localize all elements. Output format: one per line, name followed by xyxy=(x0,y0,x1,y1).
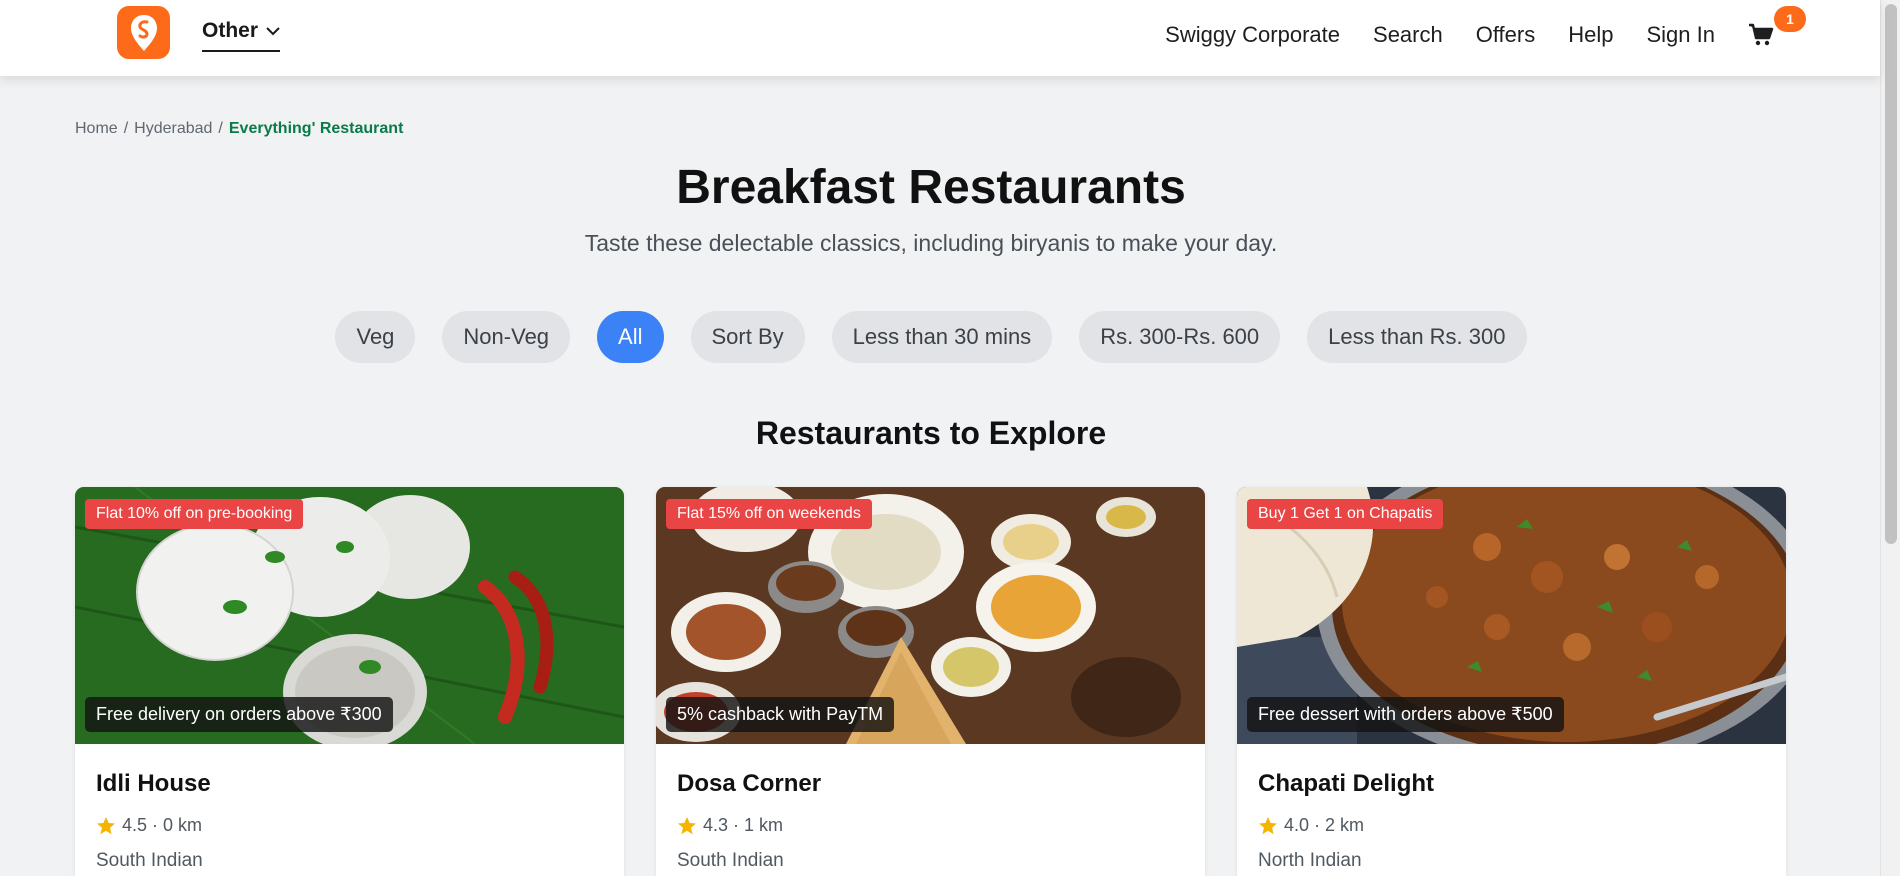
rating-distance: 4.3 · 1 km xyxy=(703,815,784,835)
offer-top-badge: Flat 10% off on pre-booking xyxy=(85,499,304,529)
page-title: Breakfast Restaurants xyxy=(676,161,1186,214)
chevron-down-icon xyxy=(266,27,280,36)
scrollbar-thumb[interactable] xyxy=(1885,4,1897,544)
restaurant-name: Dosa Corner xyxy=(677,770,822,797)
star-icon xyxy=(678,816,696,834)
star-icon xyxy=(1259,816,1277,834)
swiggy-logo-icon[interactable] xyxy=(117,6,170,59)
top-header: Other Swiggy Corporate Search Offers Hel… xyxy=(0,0,1880,76)
swiggy-logo-glyph xyxy=(130,14,157,51)
filter-less-than-300[interactable]: Less than Rs. 300 xyxy=(1307,311,1527,363)
filter-all[interactable]: All xyxy=(597,311,664,363)
offer-bottom-badge: Free dessert with orders above ₹500 xyxy=(1247,697,1564,732)
card-body: Chapati Delight 4.0 · 2 km North Indian xyxy=(1237,744,1786,872)
restaurant-card-idli-house[interactable]: Flat 10% off on pre-booking Free deliver… xyxy=(75,487,624,876)
restaurant-meta: 4.0 · 2 km xyxy=(1258,815,1765,836)
breadcrumb-city[interactable]: Hyderabad xyxy=(134,120,212,138)
filter-non-veg[interactable]: Non-Veg xyxy=(442,311,571,363)
cart-icon xyxy=(1749,23,1774,46)
restaurant-cuisine: South Indian xyxy=(96,850,203,871)
star-icon xyxy=(97,816,115,834)
restaurant-card-dosa-corner[interactable]: Flat 15% off on weekends 5% cashback wit… xyxy=(656,487,1205,876)
rating-distance: 4.5 · 0 km xyxy=(122,815,203,835)
breadcrumb-separator: / xyxy=(123,120,129,137)
breadcrumb-current: Everything' Restaurant xyxy=(228,120,404,137)
offer-top-badge: Flat 15% off on weekends xyxy=(666,499,872,529)
filter-bar: Veg Non-Veg All Sort By Less than 30 min… xyxy=(0,311,1862,363)
restaurant-name: Chapati Delight xyxy=(1258,770,1435,797)
rating-distance: 4.0 · 2 km xyxy=(1284,815,1365,835)
nav-sign-in[interactable]: Sign In xyxy=(1647,22,1716,48)
restaurant-cuisine: North Indian xyxy=(1258,850,1362,871)
offer-top-badge: Buy 1 Get 1 on Chapatis xyxy=(1247,499,1444,529)
restaurant-image: Buy 1 Get 1 on Chapatis Free dessert wit… xyxy=(1237,487,1786,744)
restaurant-card-chapati-delight[interactable]: Buy 1 Get 1 on Chapatis Free dessert wit… xyxy=(1237,487,1786,876)
cart-count-badge: 1 xyxy=(1774,6,1806,32)
location-selector[interactable]: Other xyxy=(202,16,281,52)
card-body: Idli House 4.5 · 0 km South Indian xyxy=(75,744,624,872)
offer-bottom-badge: 5% cashback with PayTM xyxy=(666,697,895,732)
page-subtitle: Taste these delectable classics, includi… xyxy=(584,230,1278,256)
breadcrumb: Home / Hyderabad / Everything' Restauran… xyxy=(75,120,403,138)
restaurant-meta: 4.3 · 1 km xyxy=(677,815,1184,836)
restaurant-list: Flat 10% off on pre-booking Free deliver… xyxy=(75,487,1786,876)
cart-button[interactable]: 1 xyxy=(1748,6,1806,50)
section-title: Restaurants to Explore xyxy=(755,415,1107,451)
nav-swiggy-corporate[interactable]: Swiggy Corporate xyxy=(1165,22,1340,48)
breadcrumb-separator: / xyxy=(218,120,223,137)
restaurant-meta: 4.5 · 0 km xyxy=(96,815,603,836)
offer-bottom-badge: Free delivery on orders above ₹300 xyxy=(85,697,393,732)
location-label: Other xyxy=(202,19,259,42)
page-scrollbar[interactable] xyxy=(1880,0,1900,876)
restaurant-cuisine: South Indian xyxy=(677,850,784,871)
nav-search[interactable]: Search xyxy=(1373,22,1443,48)
page: Other Swiggy Corporate Search Offers Hel… xyxy=(0,0,1900,876)
restaurant-image: Flat 10% off on pre-booking Free deliver… xyxy=(75,487,624,744)
filter-sort-by[interactable]: Sort By xyxy=(690,311,805,363)
restaurant-image: Flat 15% off on weekends 5% cashback wit… xyxy=(656,487,1205,744)
restaurant-name: Idli House xyxy=(96,770,211,797)
top-nav: Swiggy Corporate Search Offers Help Sign… xyxy=(1165,0,1806,70)
card-body: Dosa Corner 4.3 · 1 km South Indian xyxy=(656,744,1205,872)
nav-help[interactable]: Help xyxy=(1568,22,1613,48)
filter-less-than-30-mins[interactable]: Less than 30 mins xyxy=(831,311,1053,363)
breadcrumb-home[interactable]: Home xyxy=(75,120,118,138)
filter-price-300-600[interactable]: Rs. 300-Rs. 600 xyxy=(1079,311,1281,363)
nav-offers[interactable]: Offers xyxy=(1476,22,1536,48)
filter-veg[interactable]: Veg xyxy=(335,311,416,363)
